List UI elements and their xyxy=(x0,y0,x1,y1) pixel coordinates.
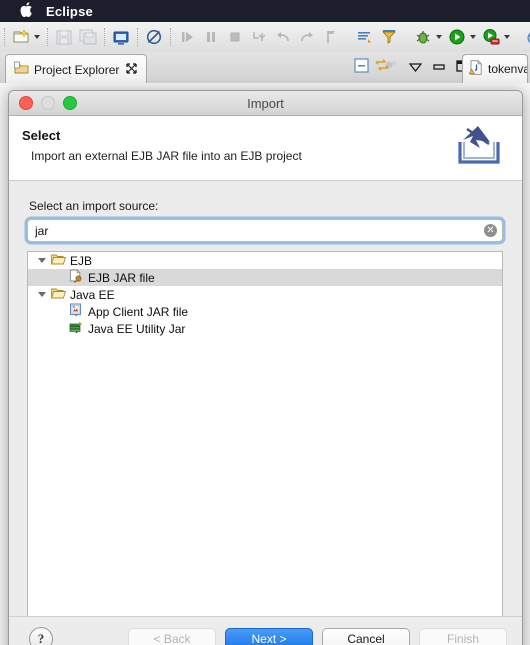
toolbar-separator xyxy=(4,28,5,46)
expand-collapse-twisty-icon[interactable] xyxy=(38,292,46,297)
finish-button: Finish xyxy=(419,627,507,645)
new-wizard-icon[interactable] xyxy=(11,27,31,47)
menubar-app-name[interactable]: Eclipse xyxy=(46,4,93,19)
tree-row[interactable]: EJB xyxy=(28,252,502,269)
app-client-jar-icon xyxy=(69,303,84,320)
help-button[interactable]: ? xyxy=(29,627,53,645)
save-icon xyxy=(54,27,74,47)
tree-row[interactable]: EJB JAR file xyxy=(28,269,502,286)
java-ee-utility-jar-icon xyxy=(69,320,84,337)
undo-icon xyxy=(273,27,293,47)
dialog-titlebar: Import xyxy=(9,91,522,116)
tree-node-label: EJB xyxy=(70,253,93,268)
page-title: Select xyxy=(22,128,61,143)
filter-input[interactable] xyxy=(27,219,503,242)
next-button[interactable]: Next > xyxy=(225,627,313,645)
view-window-controls xyxy=(384,58,468,77)
debug-icon[interactable] xyxy=(413,27,433,47)
tree-row[interactable]: Java EE xyxy=(28,286,502,303)
view-menu-icon[interactable] xyxy=(408,59,423,77)
tab-label: Project Explorer xyxy=(34,62,120,77)
import-source-tree[interactable]: EJB EJB JAR file Java EE App Client JAR … xyxy=(27,251,503,619)
next-annotation-icon xyxy=(321,27,341,47)
save-all-icon xyxy=(78,27,98,47)
expand-collapse-twisty-icon[interactable] xyxy=(38,258,46,263)
tree-node-label: Java EE xyxy=(70,287,115,302)
page-description: Import an external EJB JAR file into an … xyxy=(31,149,302,163)
redo-icon xyxy=(297,27,317,47)
folder-open-icon xyxy=(50,287,67,303)
minimize-view-icon[interactable] xyxy=(433,59,445,77)
terminate-icon xyxy=(225,27,245,47)
tab-detach-icon[interactable] xyxy=(126,62,138,77)
dialog-body: Select an import source: ✕ EJB xyxy=(9,181,522,619)
dialog-title: Import xyxy=(247,95,284,111)
view-tab-bar: Project Explorer tokenv xyxy=(0,52,530,84)
dialog-footer: ? < Back Next > Cancel Finish xyxy=(9,616,522,645)
ejb-jar-file-icon xyxy=(69,269,84,286)
suspend-icon xyxy=(201,27,221,47)
import-dialog: Import Select Import an external EJB JAR… xyxy=(8,90,523,645)
eclipse-toolbar: S xyxy=(0,22,530,53)
tab-project-explorer[interactable]: Project Explorer xyxy=(5,54,148,84)
open-type-icon[interactable] xyxy=(379,27,399,47)
clear-search-icon[interactable]: ✕ xyxy=(484,224,497,237)
tree-node-label: Java EE Utility Jar xyxy=(88,321,186,336)
print-icon[interactable] xyxy=(111,27,131,47)
toolbar-separator xyxy=(47,28,48,46)
import-wizard-icon xyxy=(450,122,508,179)
java-file-warning-icon xyxy=(468,59,483,78)
back-button: < Back xyxy=(128,627,216,645)
tree-row[interactable]: Java EE Utility Jar xyxy=(28,320,502,337)
tree-row[interactable]: App Client JAR file xyxy=(28,303,502,320)
toolbar-separator xyxy=(104,28,105,46)
filter-field-wrapper: ✕ xyxy=(27,219,503,242)
import-source-label: Select an import source: xyxy=(29,199,159,213)
collapse-all-icon[interactable] xyxy=(354,58,369,78)
tree-node-label: App Client JAR file xyxy=(88,304,189,319)
toolbar-separator xyxy=(137,28,138,46)
tab-tokenvali[interactable]: tokenvali xyxy=(462,54,528,83)
tab-label: tokenvali xyxy=(488,62,527,76)
folder-open-icon xyxy=(50,253,67,269)
new-project-icon[interactable] xyxy=(525,27,530,47)
resume-icon xyxy=(177,27,197,47)
dialog-button-bar: < Back Next > Cancel Finish xyxy=(128,627,507,645)
run-icon[interactable] xyxy=(447,27,467,47)
run-server-dropdown-icon[interactable] xyxy=(504,35,510,39)
focus-on-active-task-icon xyxy=(384,58,398,77)
toolbar-separator xyxy=(170,28,171,46)
run-dropdown-icon[interactable] xyxy=(470,35,476,39)
cancel-button[interactable]: Cancel xyxy=(322,627,410,645)
screen: Eclipse Project Explorer tokenv Import S… xyxy=(0,0,530,645)
macos-menubar: Eclipse xyxy=(0,0,530,22)
dialog-header: Select Import an external EJB JAR file i… xyxy=(9,116,522,181)
apple-logo-icon[interactable] xyxy=(16,2,36,20)
run-server-icon[interactable] xyxy=(481,27,501,47)
tree-node-label: EJB JAR file xyxy=(88,270,155,285)
new-wizard-dropdown-icon[interactable] xyxy=(34,35,40,39)
step-into-icon xyxy=(249,27,269,47)
project-explorer-icon xyxy=(14,61,29,78)
debug-dropdown-icon[interactable] xyxy=(436,35,442,39)
toggle-breadcrumb-icon[interactable] xyxy=(144,27,164,47)
open-task-icon[interactable] xyxy=(355,27,375,47)
